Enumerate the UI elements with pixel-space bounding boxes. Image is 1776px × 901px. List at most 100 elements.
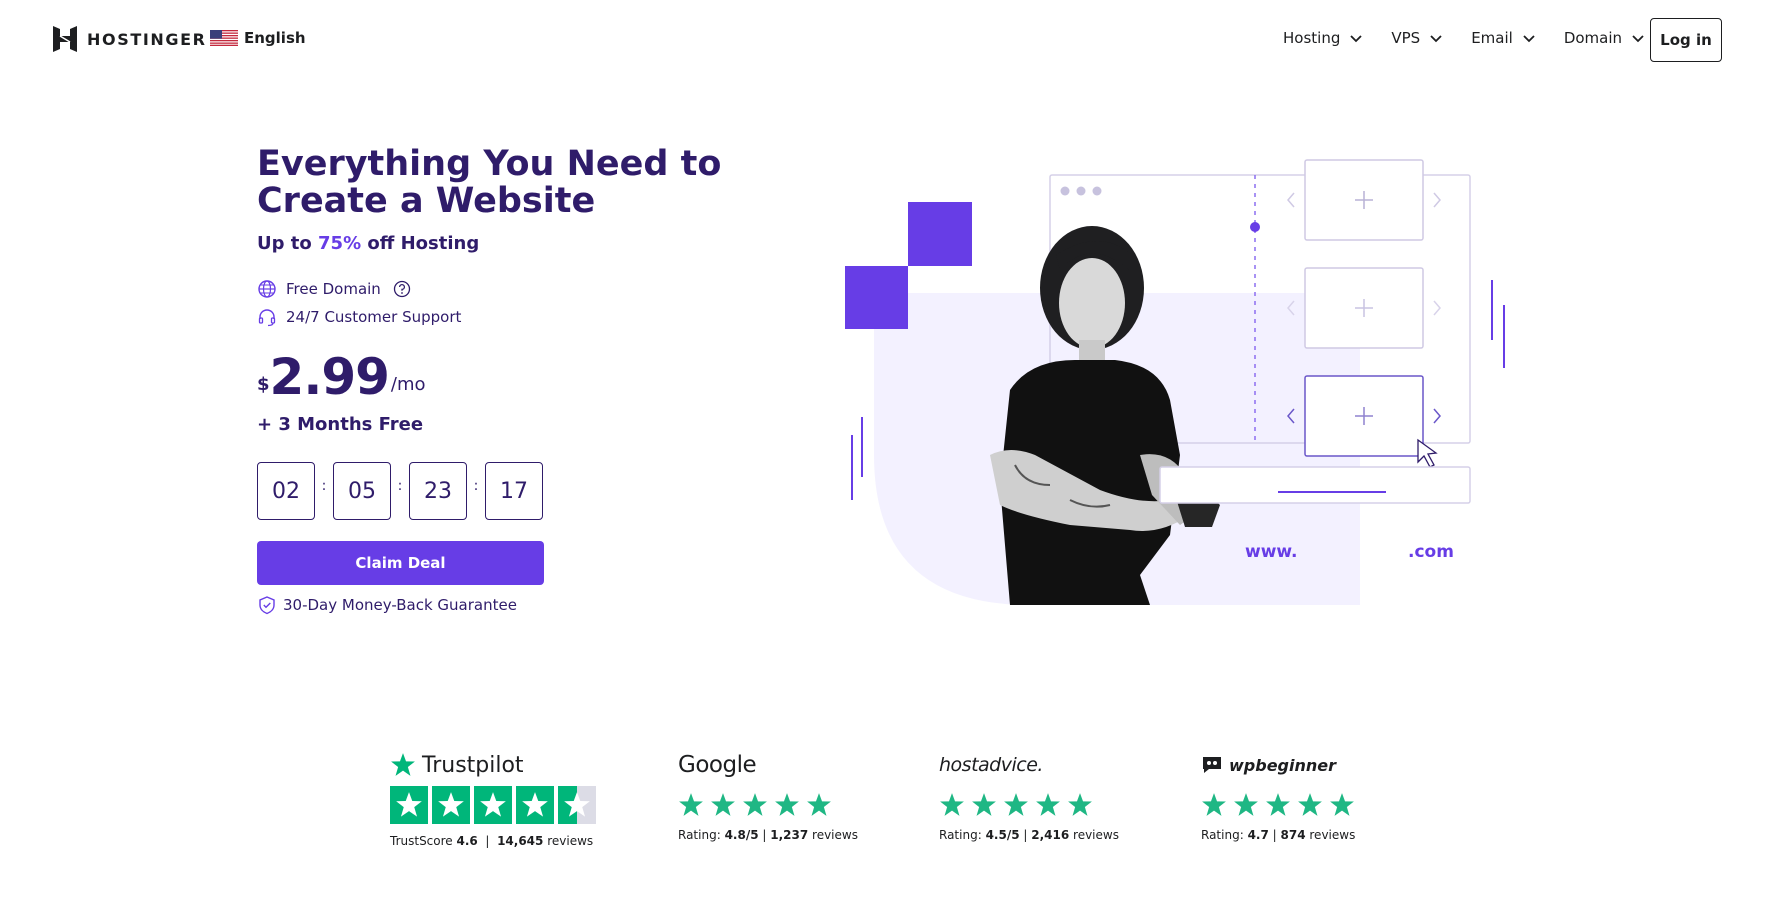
language-selector[interactable]: English xyxy=(210,29,306,47)
wpbeginner-logo-icon xyxy=(1203,757,1221,773)
price-period: /mo xyxy=(390,374,426,395)
rating-stars xyxy=(1201,792,1355,818)
discount-percent: 75% xyxy=(318,233,362,254)
star-icon xyxy=(1068,793,1092,816)
star-icon xyxy=(1202,793,1226,816)
brand-label: wpbeginner xyxy=(1229,755,1336,775)
globe-icon xyxy=(258,280,276,298)
price-currency: $ xyxy=(257,374,270,395)
page-title: Everything You Need to Create a Website xyxy=(257,144,722,221)
rating-value: 4.7 xyxy=(1247,828,1269,842)
us-flag-icon xyxy=(210,30,238,46)
review-wpbeginner[interactable]: wpbeginner Rating: 4.7 | 874 reviews xyxy=(1201,750,1356,843)
headset-icon xyxy=(258,309,276,327)
chevron-down-icon xyxy=(1430,35,1442,43)
subtitle-suffix: off Hosting xyxy=(367,233,480,254)
rating-value: 4.8/5 xyxy=(724,828,759,842)
star-icon xyxy=(972,793,996,816)
hero-subtitle: Up to 75% off Hosting xyxy=(257,233,479,254)
countdown-timer: 02 : 05 : 23 : 17 xyxy=(257,462,543,520)
brand-logo[interactable]: HOSTINGER xyxy=(53,26,207,52)
price-amount: 2.99 xyxy=(269,348,390,406)
claim-deal-button[interactable]: Claim Deal xyxy=(257,541,544,585)
timer-minutes: 23 xyxy=(409,462,467,520)
brand-label: Trustpilot xyxy=(422,752,524,778)
star-half-icon xyxy=(558,786,596,824)
review-google[interactable]: Google Rating: 4.8/5 | 1,237 reviews xyxy=(678,750,858,842)
timer-hours: 05 xyxy=(333,462,391,520)
score-value: 4.6 xyxy=(456,834,478,848)
hostadvice-logo: hostadvice. xyxy=(939,750,1119,780)
nav-item-label: VPS xyxy=(1391,29,1421,47)
review-caption: TrustScore 4.6 | 14,645 reviews xyxy=(390,834,594,848)
star-icon xyxy=(391,753,415,776)
help-circle-icon[interactable] xyxy=(392,279,412,299)
trustpilot-logo: Trustpilot xyxy=(390,750,596,780)
price: $ 2.99 /mo xyxy=(257,351,426,403)
star-icon xyxy=(743,793,767,816)
star-icon xyxy=(1036,793,1060,816)
review-count: 14,645 xyxy=(497,834,544,848)
domain-suffix: .com xyxy=(1408,542,1454,562)
star-icon xyxy=(1266,793,1290,816)
review-caption: Rating: 4.7 | 874 reviews xyxy=(1201,828,1356,842)
review-hostadvice[interactable]: hostadvice. Rating: 4.5/5 | 2,416 review… xyxy=(939,750,1119,842)
language-label: English xyxy=(244,29,306,47)
star-icon xyxy=(807,793,831,816)
nav-item-hosting[interactable]: Hosting xyxy=(1283,29,1363,47)
wpbeginner-logo: wpbeginner xyxy=(1201,750,1355,780)
money-back-guarantee: 30-Day Money-Back Guarantee xyxy=(257,595,517,615)
timer-separator: : xyxy=(321,478,327,494)
nav-item-label: Email xyxy=(1471,29,1513,47)
star-icon xyxy=(474,786,512,824)
rating-stars xyxy=(390,786,596,824)
brand-label: Google xyxy=(678,752,757,778)
star-icon xyxy=(1298,793,1322,816)
brand-name: HOSTINGER xyxy=(87,29,207,49)
star-icon xyxy=(940,793,964,816)
rating-label: Rating: xyxy=(1201,828,1244,842)
rating-label: Rating: xyxy=(678,828,721,842)
feature-label: Free Domain xyxy=(286,280,381,298)
star-icon xyxy=(516,786,554,824)
review-count-label: reviews xyxy=(812,828,858,842)
nav-item-label: Domain xyxy=(1563,29,1623,47)
review-caption: Rating: 4.5/5 | 2,416 reviews xyxy=(939,828,1119,842)
star-icon xyxy=(679,793,703,816)
header: HOSTINGER English Hosting VPS Email Doma… xyxy=(0,0,1776,80)
star-icon xyxy=(1004,793,1028,816)
star-icon xyxy=(711,793,735,816)
nav-item-vps[interactable]: VPS xyxy=(1391,29,1443,47)
review-count: 2,416 xyxy=(1031,828,1070,842)
feature-label: 24/7 Customer Support xyxy=(286,308,462,326)
rating-stars xyxy=(939,792,1119,818)
login-button[interactable]: Log in xyxy=(1650,18,1722,62)
rating-value: 4.5/5 xyxy=(985,828,1020,842)
chevron-down-icon xyxy=(1350,35,1362,43)
rating-stars xyxy=(678,792,858,818)
bonus-offer: + 3 Months Free xyxy=(257,414,424,435)
timer-days: 02 xyxy=(257,462,315,520)
nav-item-label: Hosting xyxy=(1283,29,1341,47)
subtitle-prefix: Up to xyxy=(257,233,312,254)
score-label: TrustScore xyxy=(390,834,453,848)
star-icon xyxy=(390,786,428,824)
shield-check-icon xyxy=(259,596,275,615)
review-count: 1,237 xyxy=(770,828,809,842)
nav-item-email[interactable]: Email xyxy=(1471,29,1536,47)
star-icon xyxy=(775,793,799,816)
review-trustpilot[interactable]: Trustpilot TrustScore 4.6 | 14,645 revie… xyxy=(390,750,596,848)
review-count-label: reviews xyxy=(1309,828,1356,842)
nav-item-domain[interactable]: Domain xyxy=(1564,29,1645,47)
star-icon xyxy=(432,786,470,824)
rating-label: Rating: xyxy=(939,828,982,842)
feature-support: 24/7 Customer Support xyxy=(257,307,461,327)
guarantee-label: 30-Day Money-Back Guarantee xyxy=(283,596,517,614)
review-count-label: reviews xyxy=(1073,828,1119,842)
star-icon xyxy=(1330,793,1354,816)
timer-seconds: 17 xyxy=(485,462,543,520)
main-nav: Hosting VPS Email Domain xyxy=(1283,29,1673,47)
timer-separator: : xyxy=(473,478,479,494)
chevron-down-icon xyxy=(1523,35,1535,43)
review-caption: Rating: 4.8/5 | 1,237 reviews xyxy=(678,828,858,842)
